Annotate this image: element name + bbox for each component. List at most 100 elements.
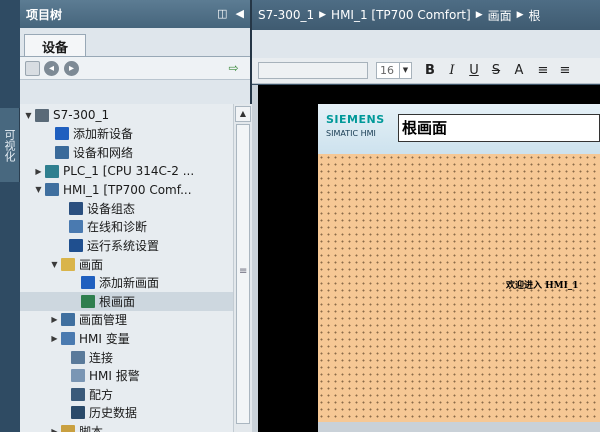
tree-item-label: 配方 bbox=[89, 387, 114, 402]
tree-item-label: HMI 变量 bbox=[79, 331, 130, 346]
breadcrumb-project[interactable]: S7-300_1 bbox=[258, 8, 314, 22]
italic-button[interactable]: I bbox=[446, 62, 458, 79]
breadcrumb-separator-icon: ▶ bbox=[475, 10, 483, 20]
breadcrumb-screens[interactable]: 画面 bbox=[488, 7, 512, 24]
forward-icon[interactable]: ▸ bbox=[64, 61, 79, 76]
expand-right-icon[interactable]: ▶ bbox=[34, 167, 43, 176]
siemens-logo: SIEMENS bbox=[326, 113, 385, 126]
runtime-settings-icon bbox=[69, 238, 83, 252]
alarm-icon bbox=[71, 369, 85, 383]
font-size-value: 16 bbox=[380, 64, 394, 77]
hmi-device-frame: SIEMENS SIMATIC HMI 根画面 欢迎进入 HMI_1 bbox=[318, 104, 600, 432]
view-overview-icon[interactable] bbox=[25, 61, 40, 76]
breadcrumb-hmi[interactable]: HMI_1 [TP700 Comfort] bbox=[331, 8, 471, 22]
format-toolbar: 16 ▼ B I U S A ≡ ≡ bbox=[252, 58, 600, 84]
breadcrumb-separator-icon: ▶ bbox=[516, 10, 524, 20]
folder-icon bbox=[61, 257, 75, 271]
script-icon bbox=[61, 424, 75, 432]
chevron-down-icon[interactable]: ▼ bbox=[399, 63, 411, 78]
expand-down-icon[interactable]: ▼ bbox=[24, 111, 33, 120]
tree-item[interactable]: 设备和网络 bbox=[20, 143, 233, 162]
simatic-hmi-label: SIMATIC HMI bbox=[326, 129, 376, 138]
side-tab-visualization[interactable]: 可视化 bbox=[0, 108, 20, 182]
network-icon bbox=[55, 145, 69, 159]
tree-item[interactable]: ▶ 脚本 bbox=[20, 422, 233, 432]
tree-item[interactable]: 历史数据 bbox=[20, 404, 233, 423]
screen-management-icon bbox=[61, 313, 75, 327]
tree-item[interactable]: ▶ HMI 变量 bbox=[20, 329, 233, 348]
tree-item[interactable]: 运行系统设置 bbox=[20, 236, 233, 255]
tree-item-label: 在线和诊断 bbox=[87, 220, 148, 235]
screen-name-field[interactable]: 根画面 bbox=[398, 114, 600, 142]
hmi-title-bar: SIEMENS SIMATIC HMI 根画面 bbox=[318, 104, 600, 154]
connection-icon bbox=[71, 350, 85, 364]
breadcrumb-root-screen[interactable]: 根 bbox=[529, 7, 541, 24]
collapse-panel-icon[interactable]: ◀ bbox=[236, 7, 244, 20]
font-family-select[interactable] bbox=[258, 62, 368, 79]
tree-item-label: 画面 bbox=[79, 257, 104, 272]
diagnostics-icon bbox=[69, 220, 83, 234]
tree-item[interactable]: 配方 bbox=[20, 385, 233, 404]
history-icon bbox=[71, 406, 85, 420]
tree-item[interactable]: ▶ 画面管理 bbox=[20, 311, 233, 330]
project-tree-list: ▼ S7-300_1 添加新设备设备和网络 ▶ PLC_1 [CPU 314C-2 ..… bbox=[20, 104, 233, 432]
add-screen-icon bbox=[81, 276, 95, 290]
tree-item-label: HMI 报警 bbox=[89, 369, 140, 384]
tree-item-label: PLC_1 [CPU 314C-2 ... bbox=[63, 164, 195, 179]
breadcrumb: S7-300_1 ▶ HMI_1 [TP700 Comfort] ▶ 画面 ▶ … bbox=[252, 0, 600, 30]
dock-panel-icon[interactable]: ◫ bbox=[217, 7, 227, 20]
hmi-tags-icon bbox=[61, 331, 75, 345]
expand-down-icon[interactable]: ▼ bbox=[34, 185, 43, 194]
tree-scrollbar[interactable]: ▲ ≡ bbox=[233, 104, 252, 432]
tree-item-label: 根画面 bbox=[99, 294, 136, 309]
tree-item[interactable]: 连接 bbox=[20, 348, 233, 367]
tree-item[interactable]: 添加新画面 bbox=[20, 273, 233, 292]
bold-button[interactable]: B bbox=[424, 62, 436, 79]
scroll-grip-icon: ≡ bbox=[239, 266, 248, 277]
breadcrumb-separator-icon: ▶ bbox=[319, 10, 327, 20]
tree-item-label: 添加新设备 bbox=[73, 127, 134, 142]
tree-item[interactable]: ▼ HMI_1 [TP700 Comf... bbox=[20, 180, 233, 199]
tree-item-label: HMI_1 [TP700 Comf... bbox=[63, 182, 192, 197]
underline-button[interactable]: U bbox=[468, 62, 480, 79]
superscript-button[interactable]: A bbox=[512, 62, 526, 79]
welcome-text-field[interactable]: 欢迎进入 HMI_1 bbox=[506, 278, 579, 291]
tree-item[interactable]: ▼ 画面 bbox=[20, 255, 233, 274]
editor-area: S7-300_1 ▶ HMI_1 [TP700 Comfort] ▶ 画面 ▶ … bbox=[252, 0, 600, 432]
add-device-icon bbox=[55, 127, 69, 141]
tree-item[interactable]: HMI 报警 bbox=[20, 366, 233, 385]
tree-item[interactable]: ▼ S7-300_1 bbox=[20, 106, 233, 125]
back-icon[interactable]: ◂ bbox=[44, 61, 59, 76]
tia-portal-window: 可视化 项目树 ◫ ◀ 设备 ◂ ▸ ⇨ ▼ S7-300_1 添加新设备 设备和网络… bbox=[0, 0, 600, 432]
screen-icon bbox=[81, 294, 95, 308]
tree-item[interactable]: 在线和诊断 bbox=[20, 218, 233, 237]
strikethrough-button[interactable]: S bbox=[490, 62, 502, 79]
scroll-thumb[interactable]: ≡ bbox=[236, 124, 250, 424]
device-tab-row: 设备 bbox=[20, 28, 250, 57]
tree-item[interactable]: ▶ PLC_1 [CPU 314C-2 ... bbox=[20, 162, 233, 181]
scroll-up-button[interactable]: ▲ bbox=[235, 106, 251, 122]
expand-right-icon[interactable]: ▶ bbox=[50, 315, 59, 324]
plc-icon bbox=[45, 164, 59, 178]
align-button[interactable]: ≡ bbox=[536, 62, 550, 79]
export-icon[interactable]: ⇨ bbox=[226, 61, 241, 76]
tree-item-label: 设备和网络 bbox=[73, 145, 134, 160]
expand-right-icon[interactable]: ▶ bbox=[50, 427, 59, 432]
hmi-screen-area[interactable]: 欢迎进入 HMI_1 bbox=[318, 154, 600, 432]
tree-item[interactable]: 根画面 bbox=[20, 292, 233, 311]
tree-item[interactable]: 添加新设备 bbox=[20, 125, 233, 144]
editor-toolbar-spacer bbox=[252, 30, 600, 58]
tree-item-label: 历史数据 bbox=[89, 406, 138, 421]
align-right-button[interactable]: ≡ bbox=[558, 62, 572, 79]
expand-down-icon[interactable]: ▼ bbox=[50, 260, 59, 269]
tree-item-label: 连接 bbox=[89, 350, 114, 365]
tree-item-label: 设备组态 bbox=[87, 201, 136, 216]
device-toolbar: ◂ ▸ ⇨ bbox=[20, 56, 250, 80]
document-icon bbox=[35, 108, 49, 122]
tree-item-label: 画面管理 bbox=[79, 313, 128, 328]
expand-right-icon[interactable]: ▶ bbox=[50, 334, 59, 343]
tree-item[interactable]: 设备组态 bbox=[20, 199, 233, 218]
recipe-icon bbox=[71, 387, 85, 401]
tab-devices[interactable]: 设备 bbox=[24, 34, 86, 57]
font-size-select[interactable]: 16 ▼ bbox=[376, 62, 412, 79]
